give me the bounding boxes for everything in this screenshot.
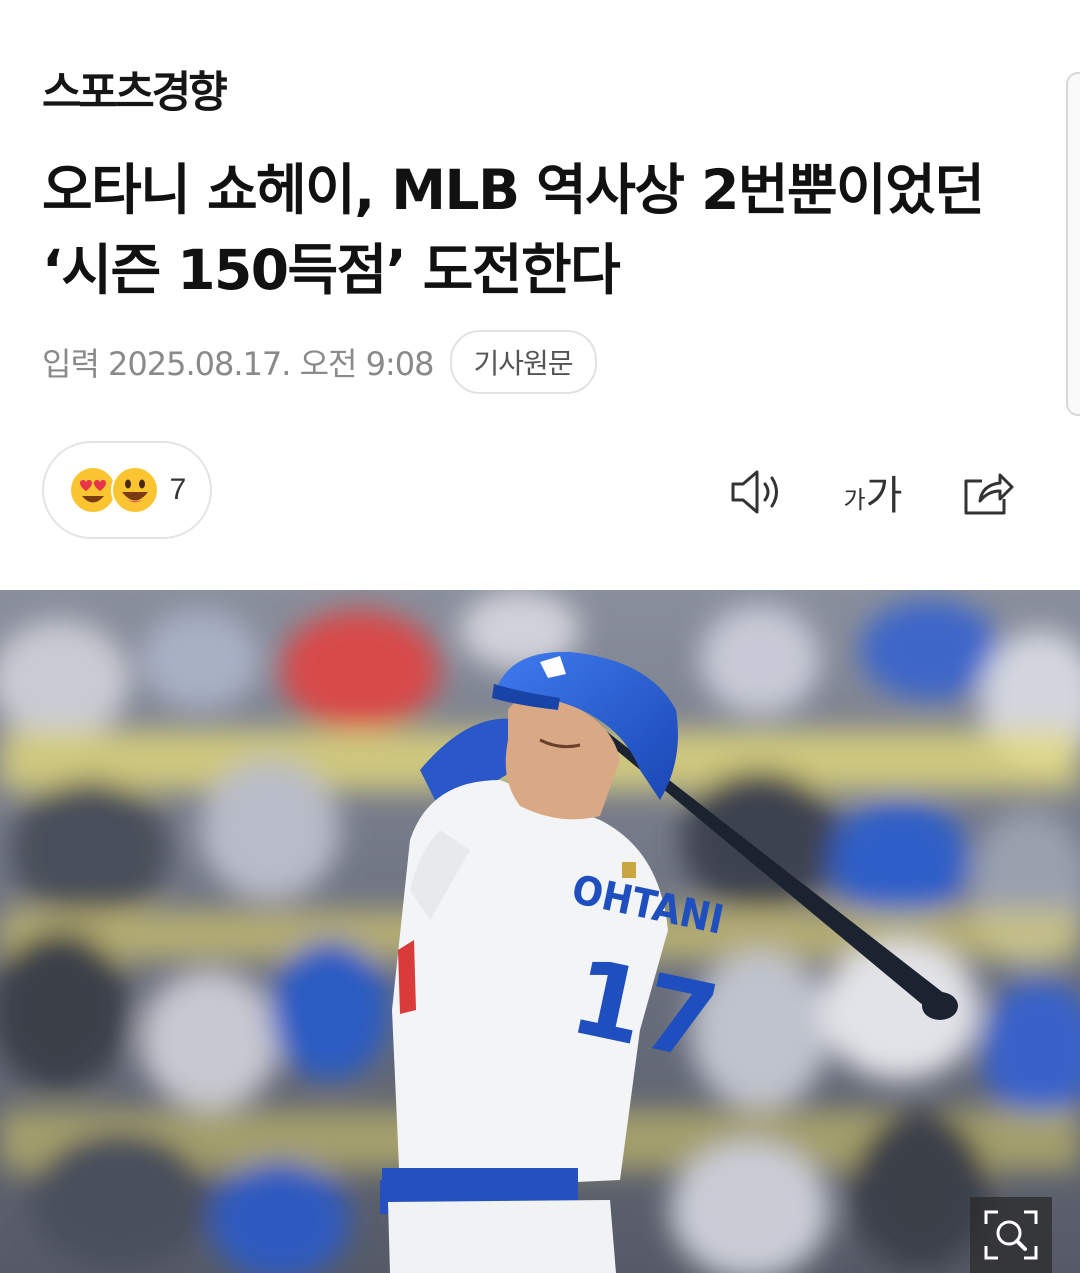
reaction-button[interactable]: 7 <box>42 441 212 539</box>
zoom-magnifier-icon <box>984 1210 1038 1260</box>
photo-zoom-button[interactable] <box>970 1197 1052 1273</box>
article-meta: 입력 2025.08.17. 오전 9:08 기사원문 <box>42 330 597 394</box>
side-drawer-handle[interactable] <box>1066 72 1080 416</box>
share-icon <box>964 473 1014 515</box>
ohtani-batting-photo: OHTANI 17 <box>0 590 1080 1273</box>
speaker-icon <box>731 470 778 514</box>
reaction-emojis <box>68 465 160 515</box>
article-page: 스포츠경향 오타니 쇼헤이, MLB 역사상 2번뿐이었던 ‘시즌 150득점’… <box>0 0 1080 1273</box>
published-datetime: 입력 2025.08.17. 오전 9:08 <box>42 345 435 383</box>
original-article-button[interactable]: 기사원문 <box>449 330 597 394</box>
share-button[interactable] <box>958 462 1018 522</box>
publisher-logo[interactable]: 스포츠경향 <box>42 58 228 120</box>
reaction-count: 7 <box>169 473 187 506</box>
font-size-small-glyph: 가 <box>843 485 866 514</box>
font-size-button[interactable]: 가 가 <box>838 462 908 522</box>
article-headline: 오타니 쇼헤이, MLB 역사상 2번뿐이었던 ‘시즌 150득점’ 도전한다 <box>42 158 985 302</box>
article-photo[interactable]: OHTANI 17 <box>0 590 1080 1273</box>
grinning-emoji-icon <box>110 466 159 514</box>
tts-button[interactable] <box>726 462 786 522</box>
font-size-large-glyph: 가 <box>865 473 903 519</box>
